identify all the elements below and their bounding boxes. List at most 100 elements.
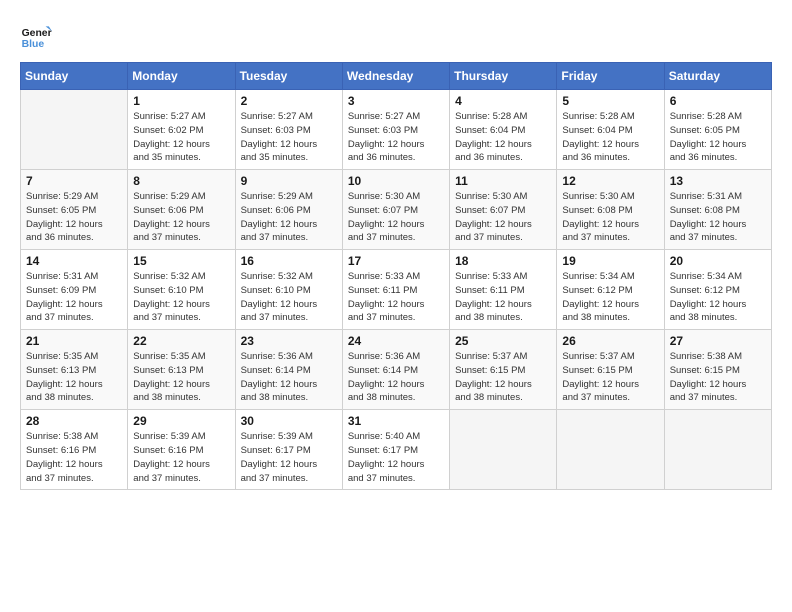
day-info: Sunrise: 5:33 AM Sunset: 6:11 PM Dayligh… xyxy=(348,270,444,325)
day-number: 27 xyxy=(670,334,766,348)
day-number: 24 xyxy=(348,334,444,348)
day-info: Sunrise: 5:27 AM Sunset: 6:02 PM Dayligh… xyxy=(133,110,229,165)
day-info: Sunrise: 5:28 AM Sunset: 6:04 PM Dayligh… xyxy=(455,110,551,165)
day-number: 14 xyxy=(26,254,122,268)
calendar-cell: 18Sunrise: 5:33 AM Sunset: 6:11 PM Dayli… xyxy=(450,250,557,330)
calendar-cell: 6 Sunrise: 5:28 AM Sunset: 6:05 PM Daylig… xyxy=(664,90,771,170)
calendar-cell: 20Sunrise: 5:34 AM Sunset: 6:12 PM Dayli… xyxy=(664,250,771,330)
day-number: 1 xyxy=(133,94,229,108)
weekday-header-tuesday: Tuesday xyxy=(235,63,342,90)
day-number: 30 xyxy=(241,414,337,428)
calendar-cell: 25 Sunrise: 5:37 AM Sunset: 6:15 PM Dayli… xyxy=(450,330,557,410)
calendar-cell: 17 Sunrise: 5:33 AM Sunset: 6:11 PM Dayli… xyxy=(342,250,449,330)
weekday-header-friday: Friday xyxy=(557,63,664,90)
day-info: Sunrise: 5:37 AM Sunset: 6:15 PM Dayligh… xyxy=(455,350,551,405)
calendar-cell: 4 Sunrise: 5:28 AM Sunset: 6:04 PM Daylig… xyxy=(450,90,557,170)
page-header: General Blue xyxy=(20,20,772,52)
calendar-cell: 24 Sunrise: 5:36 AM Sunset: 6:14 PM Dayli… xyxy=(342,330,449,410)
calendar-cell: 5 Sunrise: 5:28 AM Sunset: 6:04 PM Daylig… xyxy=(557,90,664,170)
calendar-cell: 7 Sunrise: 5:29 AM Sunset: 6:05 PM Daylig… xyxy=(21,170,128,250)
calendar-cell: 11 Sunrise: 5:30 AM Sunset: 6:07 PM Dayli… xyxy=(450,170,557,250)
day-info: Sunrise: 5:38 AM Sunset: 6:15 PM Dayligh… xyxy=(670,350,766,405)
calendar-cell: 8Sunrise: 5:29 AM Sunset: 6:06 PM Daylig… xyxy=(128,170,235,250)
calendar-cell xyxy=(664,410,771,490)
day-info: Sunrise: 5:27 AM Sunset: 6:03 PM Dayligh… xyxy=(348,110,444,165)
logo-icon: General Blue xyxy=(20,20,52,52)
calendar-cell: 2 Sunrise: 5:27 AM Sunset: 6:03 PM Daylig… xyxy=(235,90,342,170)
day-number: 21 xyxy=(26,334,122,348)
day-info: Sunrise: 5:34 AM Sunset: 6:12 PM Dayligh… xyxy=(562,270,658,325)
day-number: 9 xyxy=(241,174,337,188)
calendar-cell: 13Sunrise: 5:31 AM Sunset: 6:08 PM Dayli… xyxy=(664,170,771,250)
calendar-cell: 23 Sunrise: 5:36 AM Sunset: 6:14 PM Dayli… xyxy=(235,330,342,410)
day-info: Sunrise: 5:31 AM Sunset: 6:08 PM Dayligh… xyxy=(670,190,766,245)
calendar-cell: 10 Sunrise: 5:30 AM Sunset: 6:07 PM Dayli… xyxy=(342,170,449,250)
day-info: Sunrise: 5:35 AM Sunset: 6:13 PM Dayligh… xyxy=(133,350,229,405)
day-info: Sunrise: 5:32 AM Sunset: 6:10 PM Dayligh… xyxy=(133,270,229,325)
logo: General Blue xyxy=(20,20,52,52)
weekday-header-sunday: Sunday xyxy=(21,63,128,90)
calendar-week-2: 7 Sunrise: 5:29 AM Sunset: 6:05 PM Daylig… xyxy=(21,170,772,250)
calendar-cell xyxy=(21,90,128,170)
day-number: 3 xyxy=(348,94,444,108)
day-number: 26 xyxy=(562,334,658,348)
weekday-header-wednesday: Wednesday xyxy=(342,63,449,90)
day-number: 31 xyxy=(348,414,444,428)
weekday-header-monday: Monday xyxy=(128,63,235,90)
calendar-week-1: 1 Sunrise: 5:27 AM Sunset: 6:02 PM Daylig… xyxy=(21,90,772,170)
day-number: 6 xyxy=(670,94,766,108)
day-info: Sunrise: 5:28 AM Sunset: 6:05 PM Dayligh… xyxy=(670,110,766,165)
calendar-cell: 27 Sunrise: 5:38 AM Sunset: 6:15 PM Dayli… xyxy=(664,330,771,410)
day-number: 2 xyxy=(241,94,337,108)
day-number: 15 xyxy=(133,254,229,268)
calendar-cell: 14 Sunrise: 5:31 AM Sunset: 6:09 PM Dayli… xyxy=(21,250,128,330)
day-number: 4 xyxy=(455,94,551,108)
day-number: 22 xyxy=(133,334,229,348)
day-number: 10 xyxy=(348,174,444,188)
weekday-header-saturday: Saturday xyxy=(664,63,771,90)
calendar-cell: 3 Sunrise: 5:27 AM Sunset: 6:03 PM Daylig… xyxy=(342,90,449,170)
day-info: Sunrise: 5:28 AM Sunset: 6:04 PM Dayligh… xyxy=(562,110,658,165)
svg-text:General: General xyxy=(22,28,52,39)
svg-text:Blue: Blue xyxy=(22,39,45,50)
calendar-cell xyxy=(557,410,664,490)
day-number: 17 xyxy=(348,254,444,268)
day-info: Sunrise: 5:34 AM Sunset: 6:12 PM Dayligh… xyxy=(670,270,766,325)
day-number: 11 xyxy=(455,174,551,188)
day-number: 29 xyxy=(133,414,229,428)
day-info: Sunrise: 5:38 AM Sunset: 6:16 PM Dayligh… xyxy=(26,430,122,485)
day-info: Sunrise: 5:36 AM Sunset: 6:14 PM Dayligh… xyxy=(241,350,337,405)
day-info: Sunrise: 5:32 AM Sunset: 6:10 PM Dayligh… xyxy=(241,270,337,325)
day-number: 12 xyxy=(562,174,658,188)
day-info: Sunrise: 5:30 AM Sunset: 6:07 PM Dayligh… xyxy=(348,190,444,245)
day-info: Sunrise: 5:39 AM Sunset: 6:17 PM Dayligh… xyxy=(241,430,337,485)
calendar-header: SundayMondayTuesdayWednesdayThursdayFrid… xyxy=(21,63,772,90)
day-number: 16 xyxy=(241,254,337,268)
calendar-cell xyxy=(450,410,557,490)
day-number: 19 xyxy=(562,254,658,268)
day-info: Sunrise: 5:37 AM Sunset: 6:15 PM Dayligh… xyxy=(562,350,658,405)
calendar-cell: 1 Sunrise: 5:27 AM Sunset: 6:02 PM Daylig… xyxy=(128,90,235,170)
calendar-cell: 26 Sunrise: 5:37 AM Sunset: 6:15 PM Dayli… xyxy=(557,330,664,410)
day-number: 7 xyxy=(26,174,122,188)
day-info: Sunrise: 5:40 AM Sunset: 6:17 PM Dayligh… xyxy=(348,430,444,485)
day-number: 23 xyxy=(241,334,337,348)
day-info: Sunrise: 5:39 AM Sunset: 6:16 PM Dayligh… xyxy=(133,430,229,485)
calendar-cell: 31 Sunrise: 5:40 AM Sunset: 6:17 PM Dayli… xyxy=(342,410,449,490)
day-info: Sunrise: 5:31 AM Sunset: 6:09 PM Dayligh… xyxy=(26,270,122,325)
calendar-cell: 16 Sunrise: 5:32 AM Sunset: 6:10 PM Dayli… xyxy=(235,250,342,330)
day-info: Sunrise: 5:30 AM Sunset: 6:07 PM Dayligh… xyxy=(455,190,551,245)
day-number: 25 xyxy=(455,334,551,348)
day-info: Sunrise: 5:27 AM Sunset: 6:03 PM Dayligh… xyxy=(241,110,337,165)
day-number: 5 xyxy=(562,94,658,108)
day-info: Sunrise: 5:36 AM Sunset: 6:14 PM Dayligh… xyxy=(348,350,444,405)
calendar-cell: 9 Sunrise: 5:29 AM Sunset: 6:06 PM Daylig… xyxy=(235,170,342,250)
day-info: Sunrise: 5:29 AM Sunset: 6:06 PM Dayligh… xyxy=(241,190,337,245)
calendar-table: SundayMondayTuesdayWednesdayThursdayFrid… xyxy=(20,62,772,490)
calendar-week-5: 28Sunrise: 5:38 AM Sunset: 6:16 PM Dayli… xyxy=(21,410,772,490)
day-info: Sunrise: 5:29 AM Sunset: 6:05 PM Dayligh… xyxy=(26,190,122,245)
calendar-cell: 22 Sunrise: 5:35 AM Sunset: 6:13 PM Dayli… xyxy=(128,330,235,410)
day-number: 8 xyxy=(133,174,229,188)
calendar-cell: 19 Sunrise: 5:34 AM Sunset: 6:12 PM Dayli… xyxy=(557,250,664,330)
calendar-cell: 15 Sunrise: 5:32 AM Sunset: 6:10 PM Dayli… xyxy=(128,250,235,330)
